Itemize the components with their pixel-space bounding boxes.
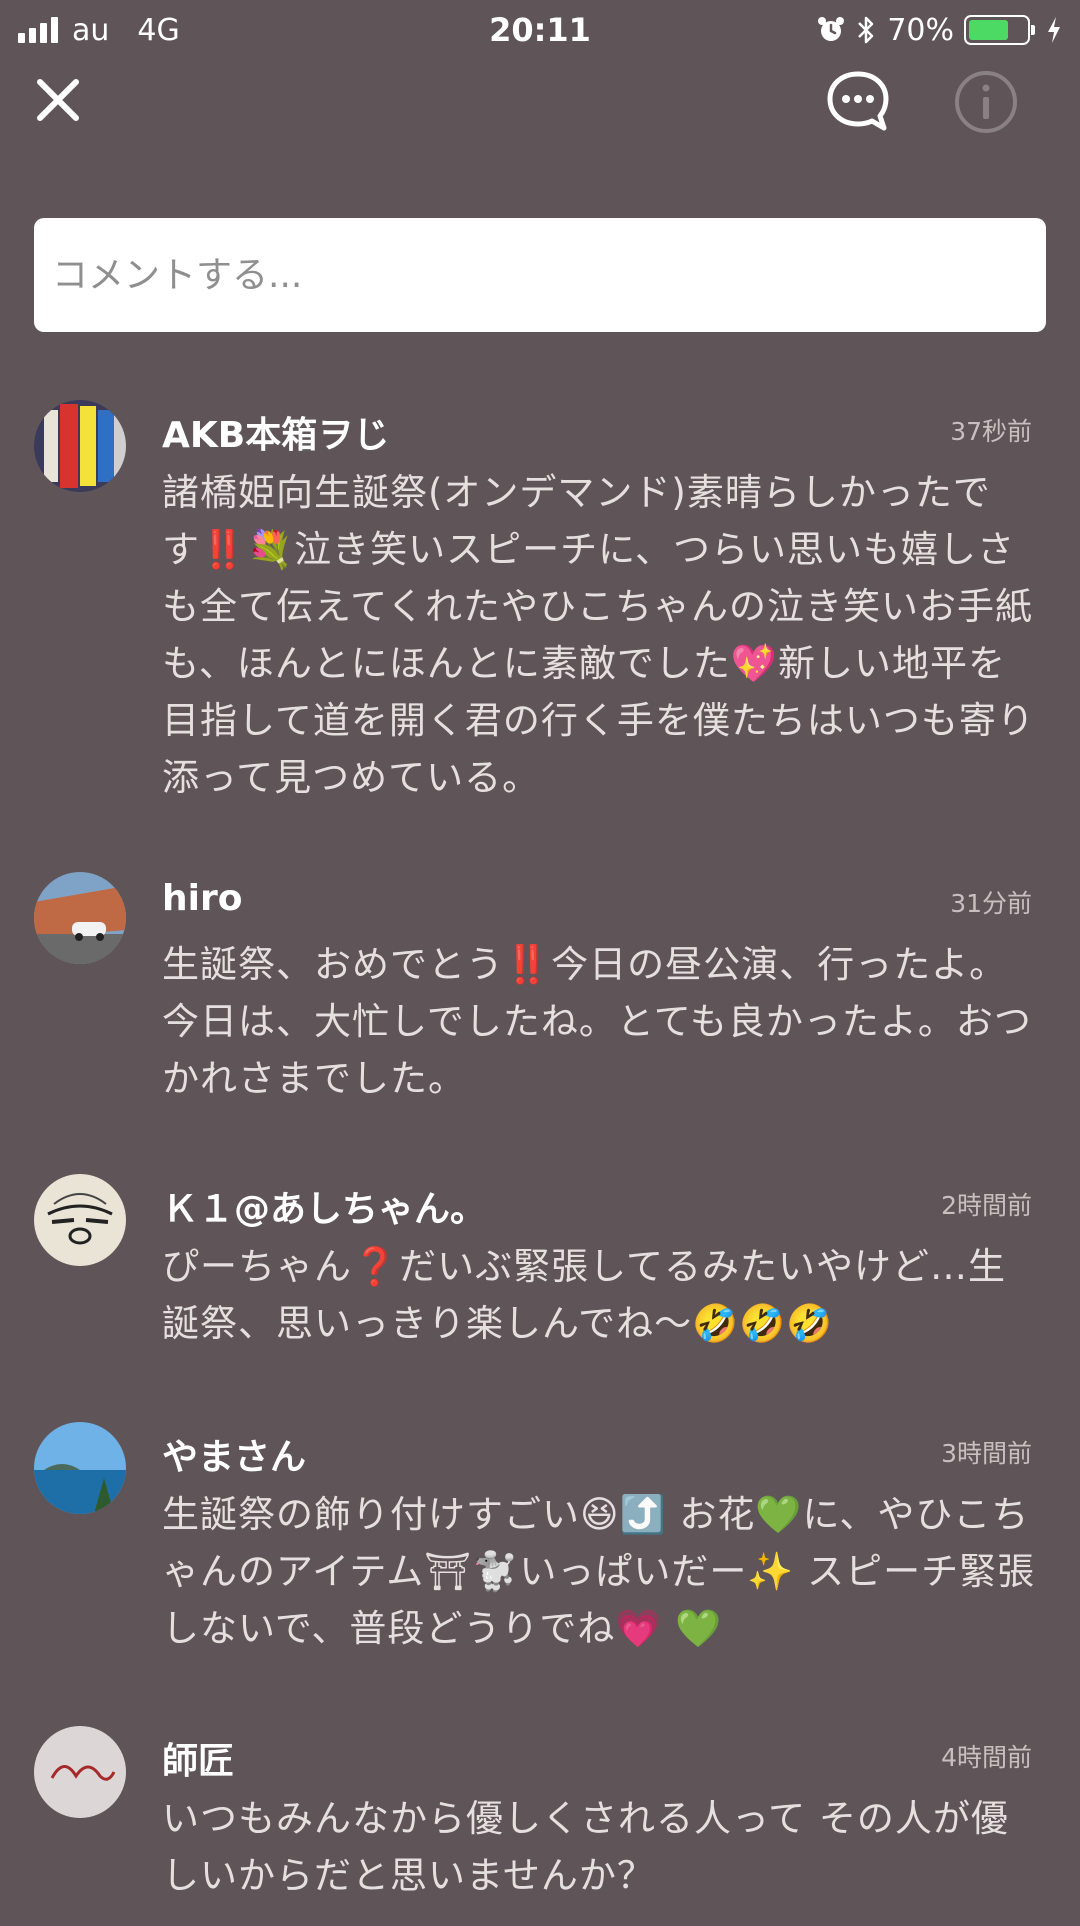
charging-icon [1048, 17, 1060, 43]
comment-item: やまさん 3時間前 生誕祭の飾り付けすごい😆⤴️ お花💚に、やひこちゃんのアイテ… [0, 1422, 1080, 1682]
status-bar-right: 70% [817, 0, 1062, 60]
avatar[interactable] [34, 1174, 126, 1266]
avatar-image [34, 1422, 126, 1514]
commenter-name: やまさん [162, 1437, 307, 1478]
close-icon [37, 79, 79, 121]
chat-button[interactable] [822, 66, 894, 138]
comment-item: 師匠 4時間前 いつもみんなから優しくされる人って その人が優しいからだと思いま… [0, 1726, 1080, 1926]
comment-time: 37秒前 [950, 417, 1032, 446]
info-button[interactable] [952, 68, 1020, 136]
comment-text: 生誕祭の飾り付けすごい😆⤴️ お花💚に、やひこちゃんのアイテム⛩🐩いっぱいだー✨… [162, 1493, 1036, 1650]
avatar-image [34, 872, 126, 964]
comment-time: 3時間前 [941, 1439, 1032, 1468]
info-icon [955, 71, 1017, 133]
comment-time: 4時間前 [941, 1743, 1032, 1772]
bluetooth-icon [858, 16, 874, 44]
commenter-name: hiro [162, 878, 243, 919]
alarm-icon [818, 17, 845, 41]
status-bar: au 4G 20:11 70% [0, 0, 1080, 60]
avatar[interactable] [34, 1726, 126, 1818]
battery-icon [964, 15, 1035, 45]
comment-item: hiro 31分前 生誕祭、おめでとう‼️今日の昼公演、行ったよ。今日は、大忙し… [0, 872, 1080, 1132]
comment-time: 31分前 [950, 889, 1032, 918]
avatar[interactable] [34, 400, 126, 492]
commenter-name: AKB本箱ヲじ [162, 415, 390, 456]
header [0, 60, 1080, 190]
comment-text: 諸橋姫向生誕祭(オンデマンド)素晴らしかったです‼️💐泣き笑いスピーチに、つらい… [162, 471, 1035, 799]
chat-bubble-icon [827, 71, 889, 131]
comment-item: Ｋ１@あしちゃん。 2時間前 ぴーちゃん❓だいぶ緊張してるみたいやけど…生誕祭、… [0, 1174, 1080, 1394]
avatar-image [34, 1726, 126, 1818]
battery-level [969, 20, 1009, 40]
close-button[interactable] [28, 70, 88, 130]
battery-percent: 70% [887, 12, 954, 48]
commenter-name: 師匠 [162, 1741, 235, 1782]
commenter-name: Ｋ１@あしちゃん。 [162, 1189, 487, 1230]
comment-input[interactable] [34, 218, 1046, 332]
comment-time: 2時間前 [941, 1191, 1032, 1220]
comment-text: いつもみんなから優しくされる人って その人が優しいからだと思いませんか？ [162, 1797, 1009, 1897]
avatar[interactable] [34, 872, 126, 964]
comment-item: AKB本箱ヲじ 37秒前 諸橋姫向生誕祭(オンデマンド)素晴らしかったです‼️💐… [0, 400, 1080, 820]
comment-text: ぴーちゃん❓だいぶ緊張してるみたいやけど…生誕祭、思いっきり楽しんでね〜🤣🤣🤣 [162, 1245, 1006, 1345]
comment-text: 生誕祭、おめでとう‼️今日の昼公演、行ったよ。今日は、大忙しでしたね。とても良か… [162, 943, 1032, 1100]
avatar-image [34, 1174, 126, 1266]
avatar-image [34, 400, 126, 492]
avatar[interactable] [34, 1422, 126, 1514]
